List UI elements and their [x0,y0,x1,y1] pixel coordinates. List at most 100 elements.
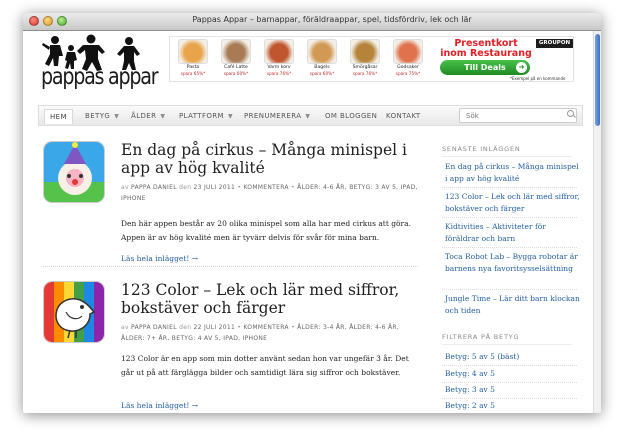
ad-item[interactable]: Pasta spara 65%* [173,39,213,79]
vertical-scrollbar[interactable] [593,31,601,413]
arrow-right-icon: ➜ [516,62,527,73]
rainbow-bird-app-icon [44,282,104,342]
article-thumbnail[interactable] [43,281,105,343]
article-excerpt: Den här appen består av 20 olika minispe… [121,219,411,242]
ad-fine-print: *Exempel på en kommande [510,76,566,81]
recent-post-link[interactable]: Kidtivities – Aktiviteter för föräldrar … [445,221,580,244]
meta-separator: • [237,184,242,191]
meta-separator: • [291,324,295,331]
nav-item-prenumerera[interactable]: PRENUMERERA ▼ [244,112,310,120]
article-meta: av PAPPA DANIEL den 23 JULI 2011 • KOMME… [121,182,421,204]
article-date: 23 JULI 2011 [193,184,236,191]
zoom-window-button[interactable] [57,16,67,26]
nav-item-alder[interactable]: ÅLDER ▼ [131,112,165,120]
main-navigation: HEM BETYG ▼ ÅLDER ▼ PLATTFORM ▼ PRENUMERERA… [38,105,583,126]
meta-separator: • [237,324,242,331]
ad-item[interactable]: Bagels spara 60%* [302,39,342,79]
ad-item-name: Café Latte [224,65,248,70]
window-title: Pappas Appar – barnappar, föräldraappar,… [192,15,472,24]
sidebar-divider [442,289,577,290]
ad-item-discount: spara 60%* [223,71,249,76]
browser-window: Pappas Appar – barnappar, föräldraappar,… [23,13,601,413]
nav-item-label: PLATTFORM [179,112,224,120]
article-thumbnail[interactable] [43,141,105,203]
rating-filter-link[interactable]: Betyg: 3 av 5 [445,384,580,396]
ad-item-discount: spara 60%* [309,71,335,76]
sidebar-divider [442,217,577,218]
recent-post-link[interactable]: Toca Robot Lab – Bygga robotar är barnen… [445,251,580,274]
ad-food-photo [393,39,423,64]
ad-item-name: Bagels [314,65,330,70]
article-author[interactable]: PAPPA DANIEL [131,324,177,331]
groupon-logo: GROUPON [536,39,573,48]
circus-clown-app-icon [44,142,104,202]
ad-item[interactable]: Godsaker spara 75%* [388,39,428,79]
chevron-down-icon: ▼ [114,113,120,120]
ad-food-photo [350,39,380,64]
meta-date-prefix: den [179,324,192,331]
ad-food-photo [307,39,337,64]
sidebar-divider [442,187,577,188]
article-date: 22 JULI 2011 [193,324,236,331]
ad-headline: Presentkort inom Restaurang [436,39,536,59]
scrollbar-thumb[interactable] [595,34,600,126]
logo-wordmark: pappas appar [41,64,159,90]
recent-post-link[interactable]: 123 Color – Lek och lär med siffror, bok… [445,191,580,214]
ad-food-photo [221,39,251,64]
recent-posts-heading: SENASTE INLÄGGEN [442,145,572,157]
nav-item-kontakt[interactable]: KONTAKT [386,112,421,120]
ad-item-discount: spara 76%* [352,71,378,76]
meta-separator: • [291,184,295,191]
chevron-down-icon: ▼ [160,113,166,120]
groupon-ad-banner[interactable]: Pasta spara 65%* Café Latte spara 60%* V… [169,36,574,82]
read-more-link[interactable]: Läs hela inlägget! → [121,254,198,263]
sidebar-divider [442,365,577,366]
ad-item[interactable]: Café Latte spara 60%* [216,39,256,79]
rating-filter-heading: FILTRERA PÅ BETYG [442,333,572,345]
nav-item-betyg[interactable]: BETYG ▼ [85,112,119,120]
article-title[interactable]: 123 Color – Lek och lär med siffror, bok… [121,281,421,317]
nav-item-om-bloggen[interactable]: OM BLOGGEN [325,112,377,120]
ad-item-discount: spara 75%* [395,71,421,76]
recent-post-link[interactable]: En dag på cirkus – Många minispel i app … [445,161,580,184]
ad-item-discount: spara 76%* [266,71,292,76]
ad-cta-button[interactable]: Till Deals ➜ [440,60,530,75]
recent-post-link[interactable]: Jungle Time – Lär ditt barn klockan och … [445,293,580,316]
search-input[interactable] [459,108,577,123]
nav-item-label: OM BLOGGEN [325,112,378,120]
read-more-link[interactable]: Läs hela inlägget! → [121,401,198,410]
ad-cta-label: Till Deals [464,63,506,72]
rating-filter-link[interactable]: Betyg: 5 av 5 (bäst) [445,351,580,363]
rating-filter-link[interactable]: Betyg: 4 av 5 [445,368,580,380]
search-icon[interactable] [567,110,574,117]
article-comments-link[interactable]: KOMMENTERA [243,324,288,331]
nav-item-label: ÅLDER [131,112,157,120]
chevron-down-icon: ▼ [228,113,234,120]
sidebar-divider [442,382,577,383]
meta-prefix: av [121,184,129,191]
ad-headline-line: inom Restaurang [440,48,532,59]
ad-item-name: Varm korv [267,65,291,70]
nav-item-label: KONTAKT [386,112,421,120]
sidebar-divider [442,398,577,399]
article-meta: av PAPPA DANIEL den 22 JULI 2011 • KOMME… [121,322,421,344]
site-logo[interactable]: pappas appar [41,34,159,92]
close-window-button[interactable] [29,16,39,26]
minimize-window-button[interactable] [43,16,53,26]
sidebar-divider [442,247,577,248]
ad-item[interactable]: Varm korv spara 76%* [259,39,299,79]
title-bar: Pappas Appar – barnappar, föräldraappar,… [23,13,601,31]
article-title[interactable]: En dag på cirkus – Många minispel i app … [121,141,421,177]
chevron-down-icon: ▼ [305,113,311,120]
ad-item[interactable]: Smörgåsar spara 76%* [345,39,385,79]
meta-prefix: av [121,324,129,331]
nav-item-label: HEM [50,113,67,121]
ad-item-name: Smörgåsar [352,65,378,70]
article-comments-link[interactable]: KOMMENTERA [243,184,288,191]
page-content: pappas appar Pasta spara 65%* Café Latte… [23,31,593,413]
article-author[interactable]: PAPPA DANIEL [131,184,177,191]
nav-item-plattform[interactable]: PLATTFORM ▼ [179,112,233,120]
nav-item-label: PRENUMERERA [244,112,302,120]
nav-item-hem[interactable]: HEM [44,109,73,124]
rating-filter-link[interactable]: Betyg: 2 av 5 [445,400,580,412]
